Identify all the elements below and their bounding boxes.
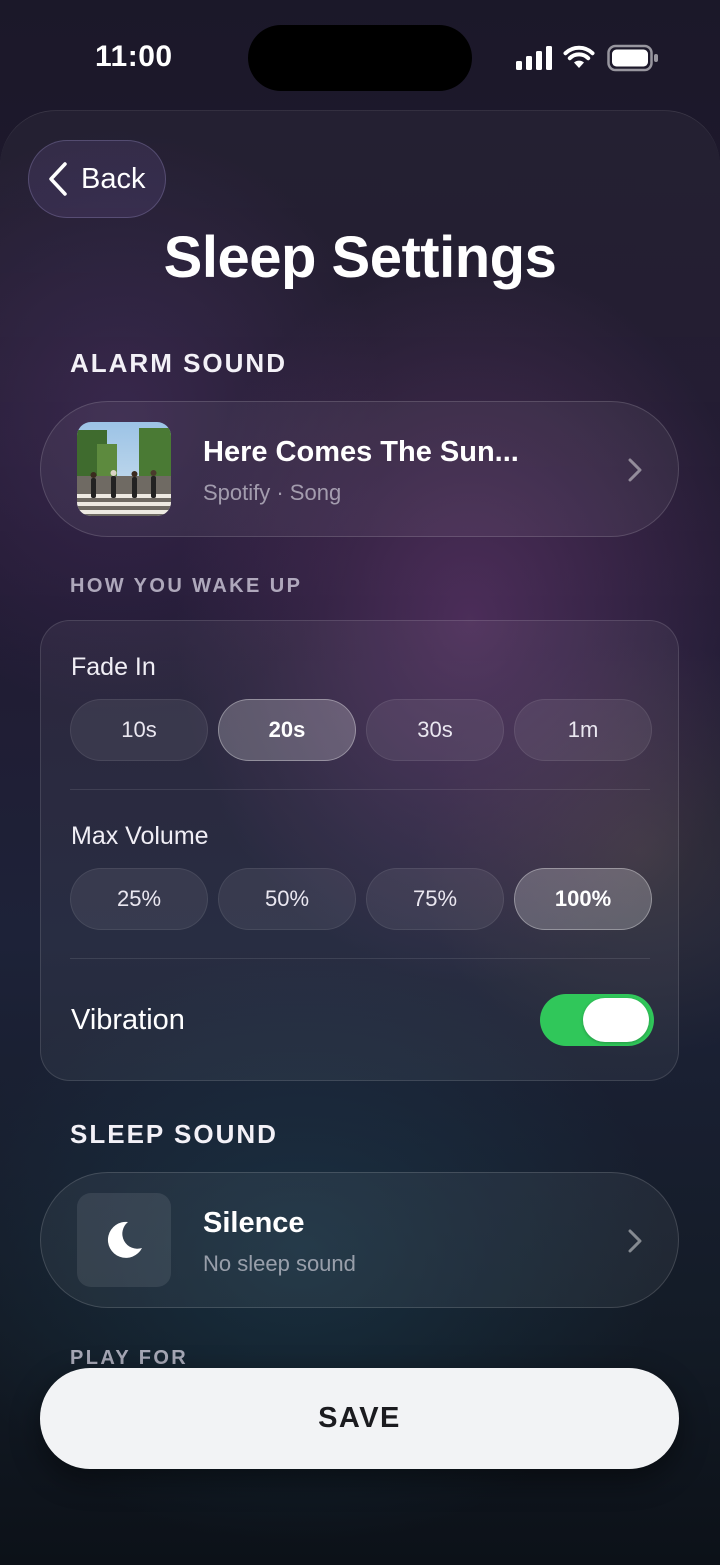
chevron-right-icon (628, 1229, 642, 1253)
chevron-right-icon (628, 458, 642, 482)
back-label: Back (81, 162, 146, 195)
sleep-sound-heading: SLEEP SOUND (70, 1119, 278, 1149)
fade-in-option-selected[interactable]: 20s (218, 699, 356, 761)
vibration-toggle[interactable] (540, 994, 654, 1046)
page-title: Sleep Settings (163, 225, 557, 290)
fade-in-selector: 10s 20s 30s 1m (70, 699, 652, 761)
status-time: 11:00 (95, 40, 173, 73)
alarm-sound-row[interactable]: Here Comes The Sun... Spotify · Song (40, 401, 679, 537)
album-artwork (77, 422, 171, 516)
status-bar: 11:00 (0, 0, 720, 110)
play-for-heading: PLAY FOR (70, 1347, 189, 1369)
back-button[interactable]: Back (28, 140, 166, 218)
wifi-icon (563, 45, 595, 68)
alarm-track-title: Here Comes The Sun... (203, 436, 519, 468)
cellular-signal-icon (516, 46, 552, 70)
max-volume-option[interactable]: 75% (366, 868, 504, 930)
dynamic-island (248, 25, 472, 91)
sleep-sound-subtitle: No sleep sound (203, 1251, 356, 1276)
max-volume-option[interactable]: 25% (70, 868, 208, 930)
wake-settings-card: Fade In 10s 20s 30s 1m Max Volume 25% 50… (40, 620, 679, 1081)
max-volume-option-selected[interactable]: 100% (514, 868, 652, 930)
vibration-label: Vibration (71, 1004, 185, 1036)
chevron-left-icon (49, 162, 67, 196)
sleep-sound-title: Silence (203, 1207, 305, 1239)
wake-heading: HOW YOU WAKE UP (70, 575, 303, 597)
save-label: SAVE (318, 1402, 401, 1434)
divider (70, 789, 650, 790)
max-volume-selector: 25% 50% 75% 100% (70, 868, 652, 930)
divider (70, 958, 650, 959)
max-volume-option[interactable]: 50% (218, 868, 356, 930)
sleep-sound-row[interactable]: Silence No sleep sound (40, 1172, 679, 1308)
fade-in-option[interactable]: 30s (366, 699, 504, 761)
alarm-track-subtitle: Spotify · Song (203, 480, 342, 505)
save-button[interactable]: SAVE (40, 1368, 679, 1469)
sleep-sound-thumbnail (77, 1193, 171, 1287)
fade-in-option[interactable]: 1m (514, 699, 652, 761)
toggle-knob (583, 998, 649, 1042)
alarm-sound-heading: ALARM SOUND (70, 348, 287, 378)
battery-icon (607, 44, 658, 72)
max-volume-label: Max Volume (71, 822, 209, 850)
fade-in-label: Fade In (71, 653, 156, 681)
fade-in-option[interactable]: 10s (70, 699, 208, 761)
moon-icon (107, 1221, 142, 1258)
